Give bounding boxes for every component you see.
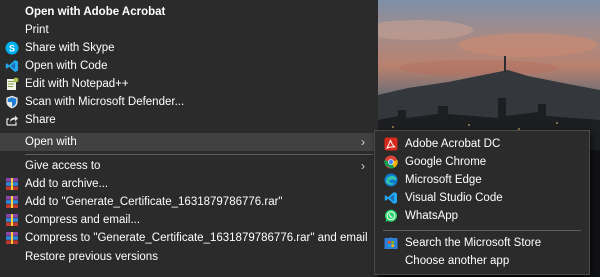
submenu-item-whatsapp[interactable]: WhatsApp [375, 207, 589, 225]
winrar-icon [6, 232, 18, 244]
winrar-icon [6, 178, 18, 190]
menu-item-scan-with-microsoft-defender[interactable]: Scan with Microsoft Defender... [0, 93, 378, 111]
menu-item-label: Share with Skype [25, 42, 115, 54]
whatsapp-icon [385, 209, 397, 222]
submenu-item-google-chrome[interactable]: Google Chrome [375, 153, 589, 171]
menu-item-open-with[interactable]: Open with › [0, 133, 378, 151]
menu-item-open-with-code[interactable]: Open with Code [0, 57, 378, 75]
submenu-item-microsoft-edge[interactable]: Microsoft Edge [375, 171, 589, 189]
submenu-item-label: Visual Studio Code [405, 192, 503, 204]
menu-item-label: Restore previous versions [25, 251, 158, 263]
menu-item-add-to-rar[interactable]: Add to "Generate_Certificate_16318797867… [0, 193, 378, 211]
menu-item-label: Open with Adobe Acrobat [25, 6, 166, 18]
menu-item-edit-with-notepad-plus-plus[interactable]: Edit with Notepad++ [0, 75, 378, 93]
microsoft-store-icon [384, 237, 398, 249]
acrobat-icon [384, 137, 398, 151]
menu-item-print[interactable]: Print [0, 21, 378, 39]
svg-text:S: S [9, 44, 15, 54]
chevron-right-icon: › [361, 159, 365, 173]
submenu-separator [383, 230, 581, 231]
edge-icon [384, 173, 398, 187]
menu-item-compress-to-rar-and-email[interactable]: Compress to "Generate_Certificate_163187… [0, 229, 378, 247]
menu-item-share-with-skype[interactable]: S Share with Skype [0, 39, 378, 57]
menu-separator [25, 154, 373, 155]
share-icon [6, 115, 18, 126]
skype-icon: S [5, 41, 19, 55]
submenu-item-choose-another-app[interactable]: Choose another app [375, 252, 589, 270]
context-menu: Open with Adobe Acrobat Print S Share wi… [0, 0, 378, 277]
open-with-submenu: Adobe Acrobat DC Google Chrome Microsoft… [374, 130, 590, 275]
defender-shield-icon [6, 95, 18, 109]
chrome-icon [384, 155, 398, 169]
menu-item-label: Open with Code [25, 60, 108, 72]
chevron-right-icon: › [361, 135, 365, 149]
menu-item-restore-previous-versions[interactable]: Restore previous versions [0, 248, 378, 266]
menu-item-label: Print [25, 24, 49, 36]
menu-item-label: Compress to "Generate_Certificate_163187… [25, 232, 368, 244]
submenu-item-label: Adobe Acrobat DC [405, 138, 501, 150]
submenu-item-label: Search the Microsoft Store [405, 237, 542, 249]
menu-item-label: Compress and email... [25, 214, 141, 226]
menu-item-compress-and-email[interactable]: Compress and email... [0, 211, 378, 229]
submenu-item-label: WhatsApp [405, 210, 459, 222]
menu-item-label: Scan with Microsoft Defender... [25, 96, 185, 108]
winrar-icon [6, 196, 18, 208]
winrar-icon [6, 214, 18, 226]
menu-item-label: Share [25, 114, 56, 126]
submenu-item-visual-studio-code[interactable]: Visual Studio Code [375, 189, 589, 207]
menu-item-give-access-to[interactable]: Give access to › [0, 157, 378, 175]
menu-item-label: Give access to [25, 160, 101, 172]
desktop-screen: Open with Adobe Acrobat Print S Share wi… [0, 0, 600, 277]
submenu-item-label: Microsoft Edge [405, 174, 482, 186]
vscode-icon [384, 192, 397, 204]
vscode-icon [5, 60, 18, 72]
menu-item-label: Open with [25, 136, 77, 148]
submenu-item-search-microsoft-store[interactable]: Search the Microsoft Store [375, 234, 589, 252]
menu-item-label: Add to "Generate_Certificate_16318797867… [25, 196, 283, 208]
menu-item-label: Edit with Notepad++ [25, 78, 129, 90]
menu-item-add-to-archive[interactable]: Add to archive... [0, 175, 378, 193]
submenu-item-adobe-acrobat-dc[interactable]: Adobe Acrobat DC [375, 135, 589, 153]
menu-item-share[interactable]: Share [0, 111, 378, 129]
submenu-item-label: Choose another app [405, 255, 510, 267]
menu-item-label: Add to archive... [25, 178, 109, 190]
menu-item-open-with-adobe-acrobat[interactable]: Open with Adobe Acrobat [0, 3, 378, 21]
notepad-plus-plus-icon [7, 77, 19, 90]
submenu-item-label: Google Chrome [405, 156, 487, 168]
